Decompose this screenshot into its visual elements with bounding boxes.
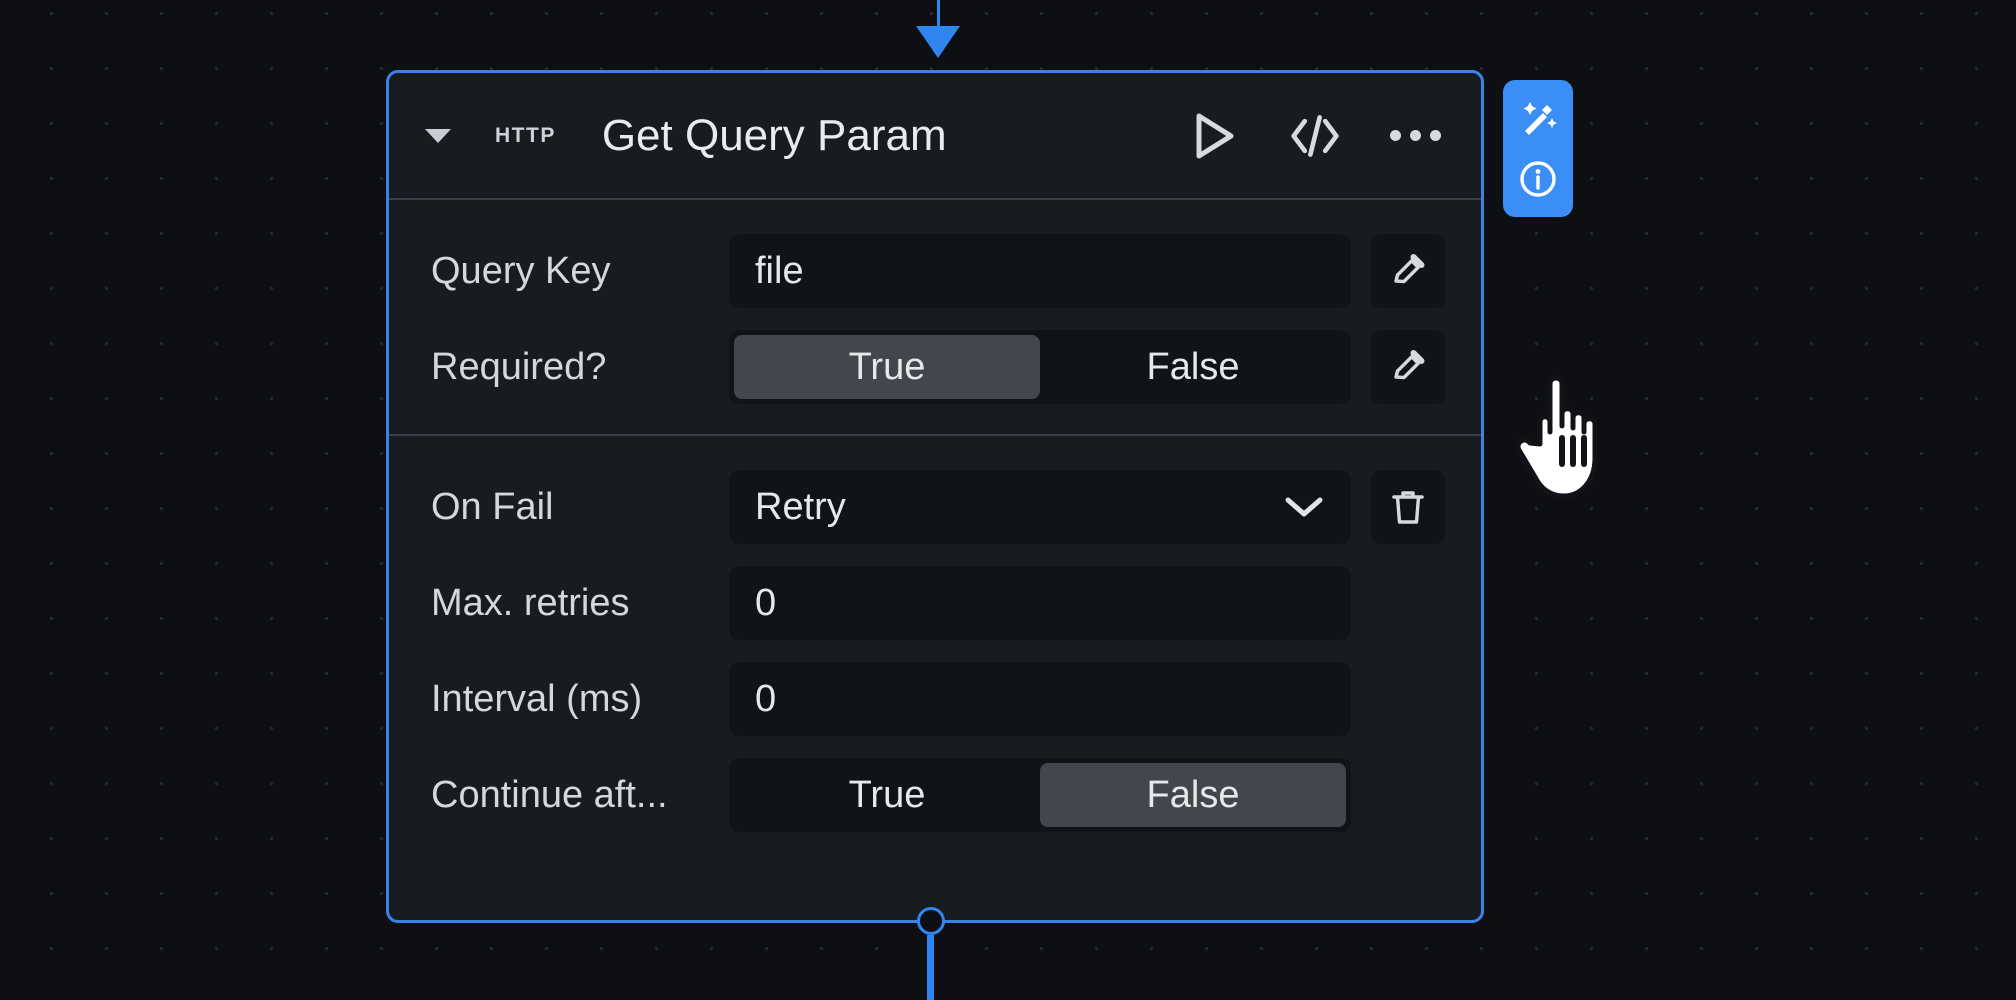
max-retries-input[interactable]: 0 [729, 566, 1351, 640]
node-info-button[interactable] [1512, 153, 1564, 205]
label-continue-after: Continue aft... [431, 773, 668, 816]
required-toggle[interactable]: True False [729, 330, 1351, 404]
magic-wand-sparkles-icon [1523, 102, 1557, 136]
trash-icon [1392, 491, 1424, 524]
more-horizontal-icon [1389, 130, 1441, 141]
on-fail-value: Retry [755, 485, 846, 528]
node-assist-panel [1503, 80, 1573, 217]
label-required: Required? [431, 345, 607, 388]
incoming-edge-arrow-icon [916, 26, 960, 58]
continue-after-option-false[interactable]: False [1040, 763, 1346, 827]
node-header-actions [1189, 110, 1453, 162]
info-circle-icon [1520, 161, 1556, 197]
required-option-true[interactable]: True [734, 335, 1040, 399]
run-node-button[interactable] [1189, 110, 1241, 162]
edit-required-button[interactable] [1371, 330, 1445, 404]
pointing-hand-cursor [1508, 358, 1633, 503]
node-more-options-button[interactable] [1389, 110, 1441, 162]
node-header: HTTP Get Query Param [389, 73, 1481, 200]
play-triangle-icon [1196, 113, 1234, 158]
continue-after-option-true[interactable]: True [734, 763, 1040, 827]
label-max-retries: Max. retries [431, 581, 630, 624]
delete-on-fail-button[interactable] [1371, 470, 1445, 544]
continue-after-toggle[interactable]: True False [729, 758, 1351, 832]
outgoing-edge-handle[interactable] [917, 907, 945, 935]
row-max-retries: Max. retries 0 [389, 566, 1481, 640]
row-interval: Interval (ms) 0 [389, 662, 1481, 736]
workflow-node-get-query-param[interactable]: HTTP Get Query Param Query Key file Requ… [386, 70, 1484, 923]
code-brackets-icon [1291, 114, 1339, 157]
row-required: Required? True False [389, 330, 1481, 404]
pencil-icon [1394, 350, 1425, 380]
node-type-badge: HTTP [495, 123, 556, 147]
label-interval: Interval (ms) [431, 677, 643, 720]
pencil-icon [1394, 254, 1425, 284]
outgoing-edge-line [927, 935, 934, 1000]
view-code-button[interactable] [1289, 110, 1341, 162]
node-error-handling-section: On Fail Retry Max. retries 0 Interval (m… [389, 434, 1481, 862]
interval-input[interactable]: 0 [729, 662, 1351, 736]
query-key-input[interactable]: file [729, 234, 1351, 308]
workflow-canvas[interactable]: HTTP Get Query Param Query Key file Requ… [0, 0, 2016, 1000]
chevron-down-icon [1285, 497, 1323, 517]
row-continue-after: Continue aft... True False [389, 758, 1481, 832]
node-title[interactable]: Get Query Param [602, 111, 1189, 161]
label-on-fail: On Fail [431, 485, 554, 528]
ai-assist-button[interactable] [1512, 92, 1564, 144]
row-query-key: Query Key file [389, 234, 1481, 308]
chevron-down-icon[interactable] [425, 128, 451, 143]
label-query-key: Query Key [431, 249, 611, 292]
required-option-false[interactable]: False [1040, 335, 1346, 399]
on-fail-select[interactable]: Retry [729, 470, 1351, 544]
row-on-fail: On Fail Retry [389, 470, 1481, 544]
edit-query-key-button[interactable] [1371, 234, 1445, 308]
node-params-section: Query Key file Required? True False [389, 200, 1481, 434]
